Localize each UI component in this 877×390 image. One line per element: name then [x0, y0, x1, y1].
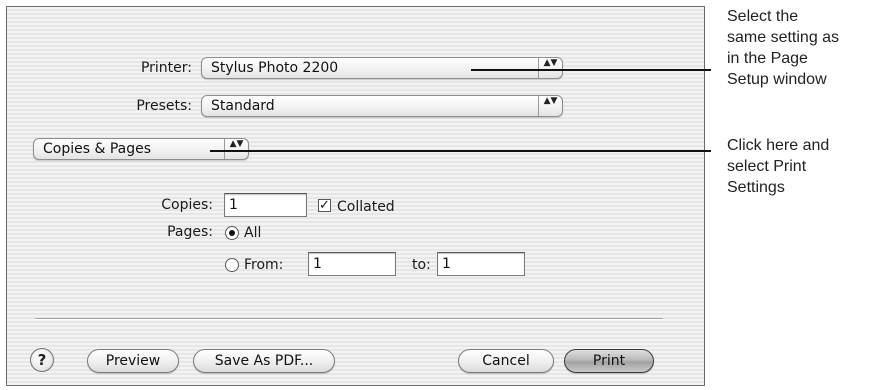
callout-menu-line-2: select Print [727, 158, 807, 175]
presets-popup-value: Standard [211, 98, 275, 114]
callout-menu-line-1: Click here and [727, 137, 830, 154]
callout-menu-line-3: Settings [727, 179, 785, 196]
save-as-pdf-button[interactable]: Save As PDF... [193, 349, 335, 373]
collated-checkbox[interactable]: ✓ [318, 199, 331, 212]
presets-label: Presets: [136, 98, 192, 114]
callout-menu-note: Click here and select Print Settings [727, 135, 875, 198]
printer-popup[interactable]: Stylus Photo 2200 ▲▼ [201, 57, 563, 79]
popup-arrows-icon: ▲▼ [224, 139, 248, 159]
callout-printer-line-1: Select the [727, 8, 799, 25]
popup-arrows-icon: ▲▼ [538, 96, 562, 116]
copies-label: Copies: [161, 197, 213, 213]
preview-button[interactable]: Preview [87, 349, 179, 373]
callout-printer-line-3: in the Page [727, 50, 808, 67]
callout-line-panel-menu [210, 150, 711, 152]
printer-popup-value: Stylus Photo 2200 [211, 60, 339, 76]
callout-printer-line-2: same setting as [727, 29, 840, 46]
radio-selected-dot [229, 230, 235, 236]
pages-label: Pages: [167, 224, 213, 240]
cancel-button[interactable]: Cancel [458, 349, 554, 373]
panel-menu-popup[interactable]: Copies & Pages ▲▼ [33, 138, 249, 160]
print-button[interactable]: Print [564, 349, 654, 373]
popup-arrows-icon: ▲▼ [538, 58, 562, 78]
pages-all-radio[interactable] [225, 226, 239, 240]
pages-to-field[interactable]: 1 [437, 252, 525, 276]
copies-field[interactable]: 1 [224, 193, 307, 217]
callout-printer-line-4: Setup window [727, 71, 827, 88]
dialog-separator [35, 318, 663, 320]
pages-from-label: From: [244, 257, 284, 273]
pages-from-radio[interactable] [225, 258, 239, 272]
callout-line-printer [471, 69, 711, 71]
pages-to-label: to: [412, 257, 431, 273]
panel-menu-value: Copies & Pages [43, 141, 152, 157]
help-button[interactable]: ? [30, 348, 54, 372]
pages-all-label: All [244, 225, 262, 241]
presets-popup[interactable]: Standard ▲▼ [201, 95, 563, 117]
pages-from-field[interactable]: 1 [308, 252, 396, 276]
printer-label: Printer: [140, 60, 192, 76]
print-dialog: Printer: Stylus Photo 2200 ▲▼ Presets: S… [6, 6, 705, 386]
collated-label: Collated [337, 199, 395, 215]
callout-printer-note: Select the same setting as in the Page S… [727, 6, 875, 90]
